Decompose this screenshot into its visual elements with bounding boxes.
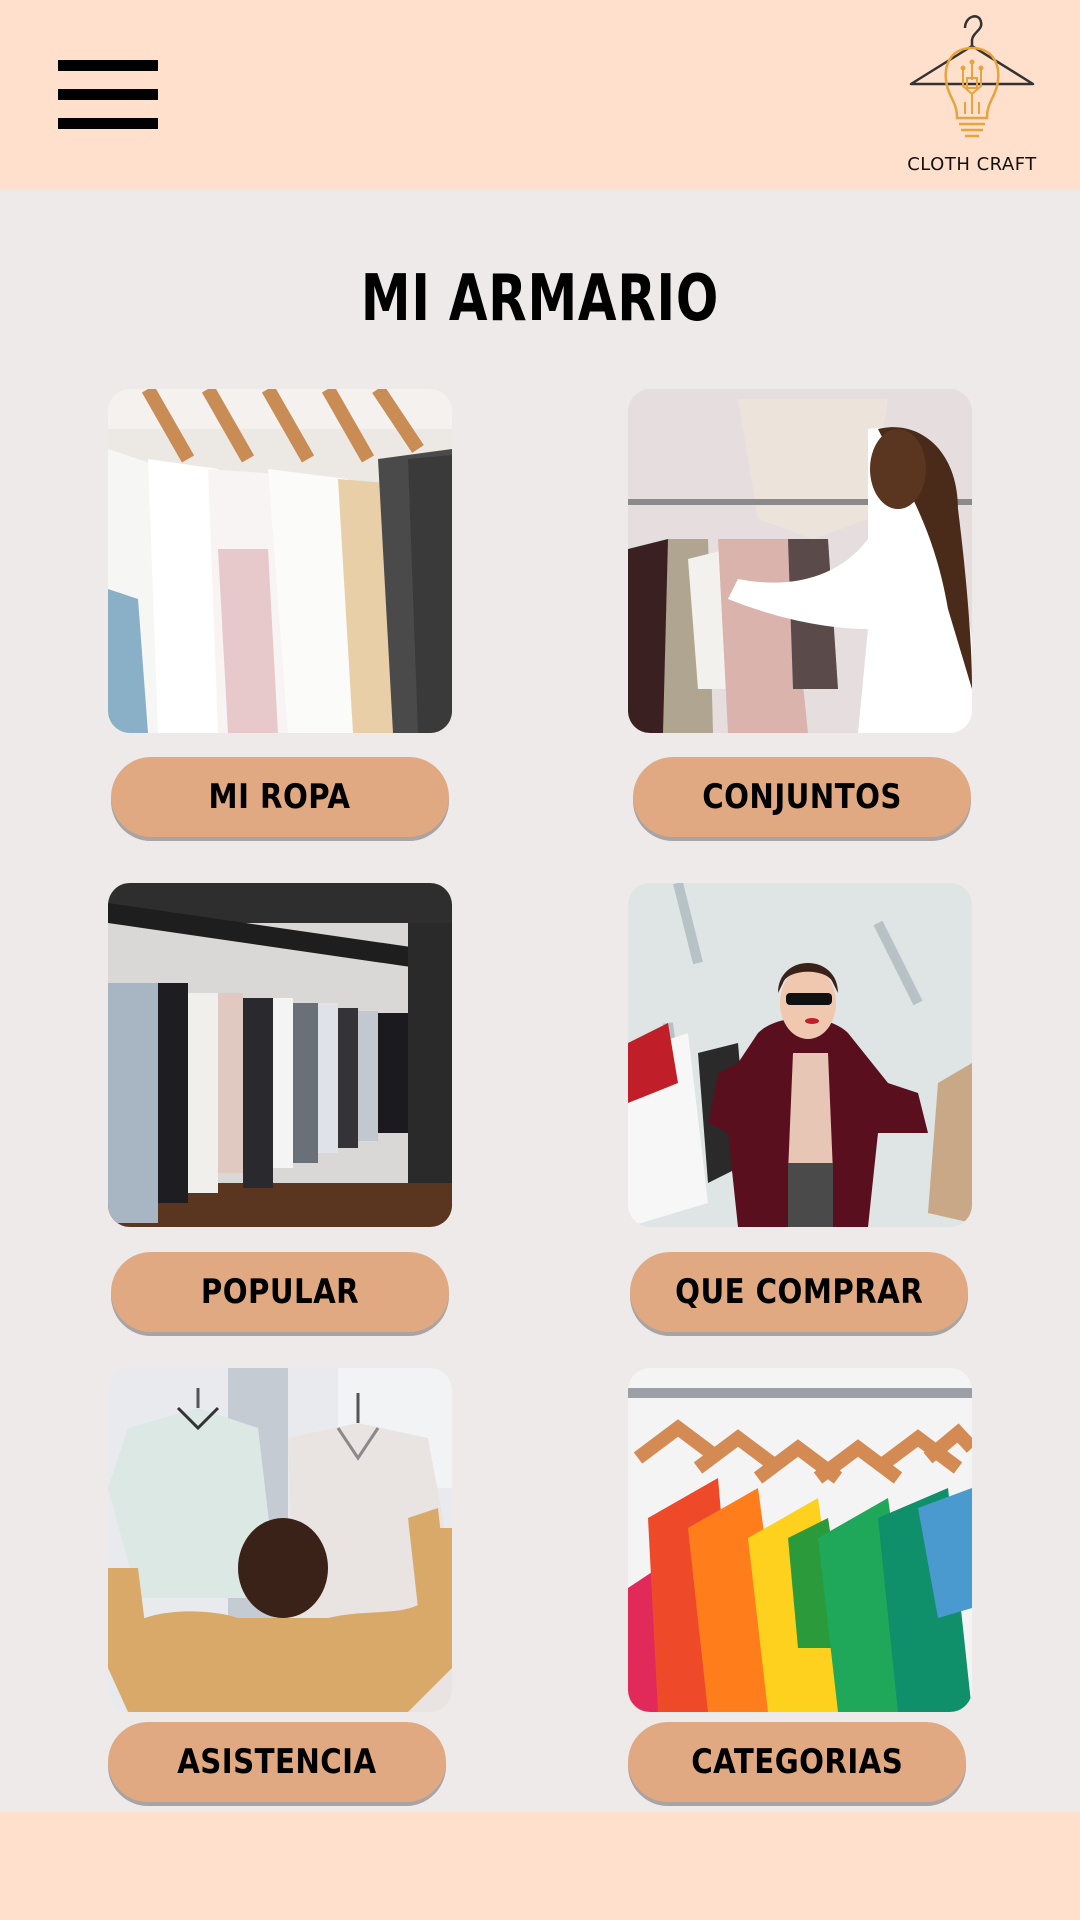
que-comprar-button[interactable]: QUE COMPRAR — [630, 1252, 968, 1332]
categorias-button[interactable]: CATEGORIAS — [628, 1722, 966, 1802]
page-title: MI ARMARIO — [360, 262, 720, 336]
mi-ropa-image[interactable] — [108, 389, 452, 733]
hamburger-menu-icon[interactable] — [58, 60, 158, 130]
asistencia-button[interactable]: ASISTENCIA — [108, 1722, 446, 1802]
brand-name: CLOTH CRAFT — [907, 154, 1037, 175]
popular-image[interactable] — [108, 883, 452, 1227]
conjuntos-image[interactable] — [628, 389, 972, 733]
que-comprar-image[interactable] — [628, 883, 972, 1227]
categorias-image[interactable] — [628, 1368, 972, 1712]
asistencia-image[interactable] — [108, 1368, 452, 1712]
mi-ropa-button[interactable]: MI ROPA — [111, 757, 449, 837]
top-bar: CLOTH CRAFT — [0, 0, 1080, 190]
conjuntos-button[interactable]: CONJUNTOS — [633, 757, 971, 837]
bottom-bar — [0, 1812, 1080, 1920]
hanger-lightbulb-circuit-icon — [909, 15, 1035, 138]
brand-logo[interactable]: CLOTH CRAFT — [880, 6, 1064, 186]
popular-button[interactable]: POPULAR — [111, 1252, 449, 1332]
